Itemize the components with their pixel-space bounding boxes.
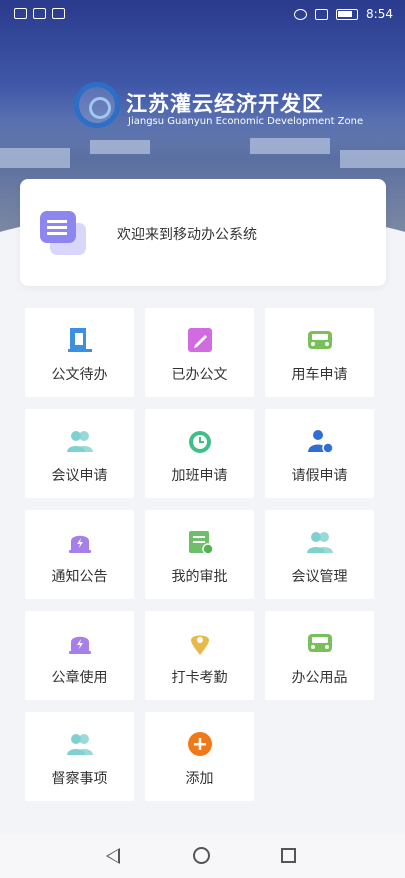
tile-label: 通知公告 (51, 569, 108, 585)
building (0, 148, 70, 168)
eye-icon (294, 8, 308, 20)
building (250, 138, 330, 154)
function-tile[interactable]: 办公用品 (265, 611, 374, 700)
bluetooth-icon (315, 8, 329, 20)
function-grid: 公文待办 已办公文 用车申请会议申请 加班申请 请假申请通知公告 我的审批 会议管理公章使用… (25, 308, 376, 801)
location-pin-icon (186, 630, 214, 656)
back-icon[interactable] (106, 848, 120, 864)
building (90, 140, 150, 154)
tile-label: 打卡考勤 (171, 670, 228, 686)
function-tile[interactable]: 添加 (145, 712, 254, 801)
alarm-clock-icon (186, 428, 214, 454)
function-tile[interactable]: 会议申请 (25, 409, 134, 498)
function-tile[interactable]: 用车申请 (265, 308, 374, 397)
person-clock-icon (306, 428, 334, 454)
function-tile[interactable]: 打卡考勤 (145, 611, 254, 700)
tile-label: 加班申请 (171, 468, 228, 484)
function-tile[interactable]: 督察事项 (25, 712, 134, 801)
tile-label: 公章使用 (51, 670, 108, 686)
function-tile[interactable]: 请假申请 (265, 409, 374, 498)
bell-icon (66, 529, 94, 555)
tile-label: 我的审批 (171, 569, 228, 585)
wifi-icon (33, 8, 46, 19)
approval-icon (186, 529, 214, 555)
recent-apps-icon[interactable] (281, 848, 296, 863)
system-nav-bar (0, 834, 405, 878)
welcome-card: 欢迎来到移动办公系统 (20, 179, 386, 286)
message-icon (40, 211, 76, 243)
home-icon[interactable] (193, 847, 210, 864)
car-icon (306, 327, 334, 353)
people-icon (66, 731, 94, 757)
logo (74, 82, 120, 128)
status-time: 8:54 (366, 7, 393, 21)
tile-label: 请假申请 (291, 468, 348, 484)
add-icon (186, 731, 214, 757)
tile-label: 会议管理 (291, 569, 348, 585)
tile-label: 用车申请 (291, 367, 348, 383)
bell-icon (66, 630, 94, 656)
battery-icon (336, 8, 359, 20)
brand-english-name: Jiangsu Guanyun Economic Development Zon… (128, 116, 364, 127)
tile-label: 会议申请 (51, 468, 108, 484)
chat-icon (52, 8, 65, 19)
function-tile[interactable]: 公文待办 (25, 308, 134, 397)
building (340, 150, 405, 168)
function-tile[interactable]: 我的审批 (145, 510, 254, 599)
function-tile[interactable]: 会议管理 (265, 510, 374, 599)
people-icon (66, 428, 94, 454)
brand-name: 江苏灌云经济开发区 (126, 92, 324, 116)
tile-label: 督察事项 (51, 771, 108, 787)
people-icon (306, 529, 334, 555)
function-tile[interactable]: 公章使用 (25, 611, 134, 700)
car-icon (306, 630, 334, 656)
tile-label: 添加 (185, 771, 214, 787)
tile-label: 公文待办 (51, 367, 108, 383)
welcome-text: 欢迎来到移动办公系统 (117, 227, 257, 243)
function-tile[interactable]: 通知公告 (25, 510, 134, 599)
status-bar: 8:54 (0, 0, 405, 30)
function-tile[interactable]: 已办公文 (145, 308, 254, 397)
sim-icon (14, 8, 27, 19)
tile-label: 办公用品 (291, 670, 348, 686)
document-pending-icon (66, 327, 94, 353)
tile-label: 已办公文 (171, 367, 228, 383)
edit-document-icon (186, 327, 214, 353)
function-tile[interactable]: 加班申请 (145, 409, 254, 498)
